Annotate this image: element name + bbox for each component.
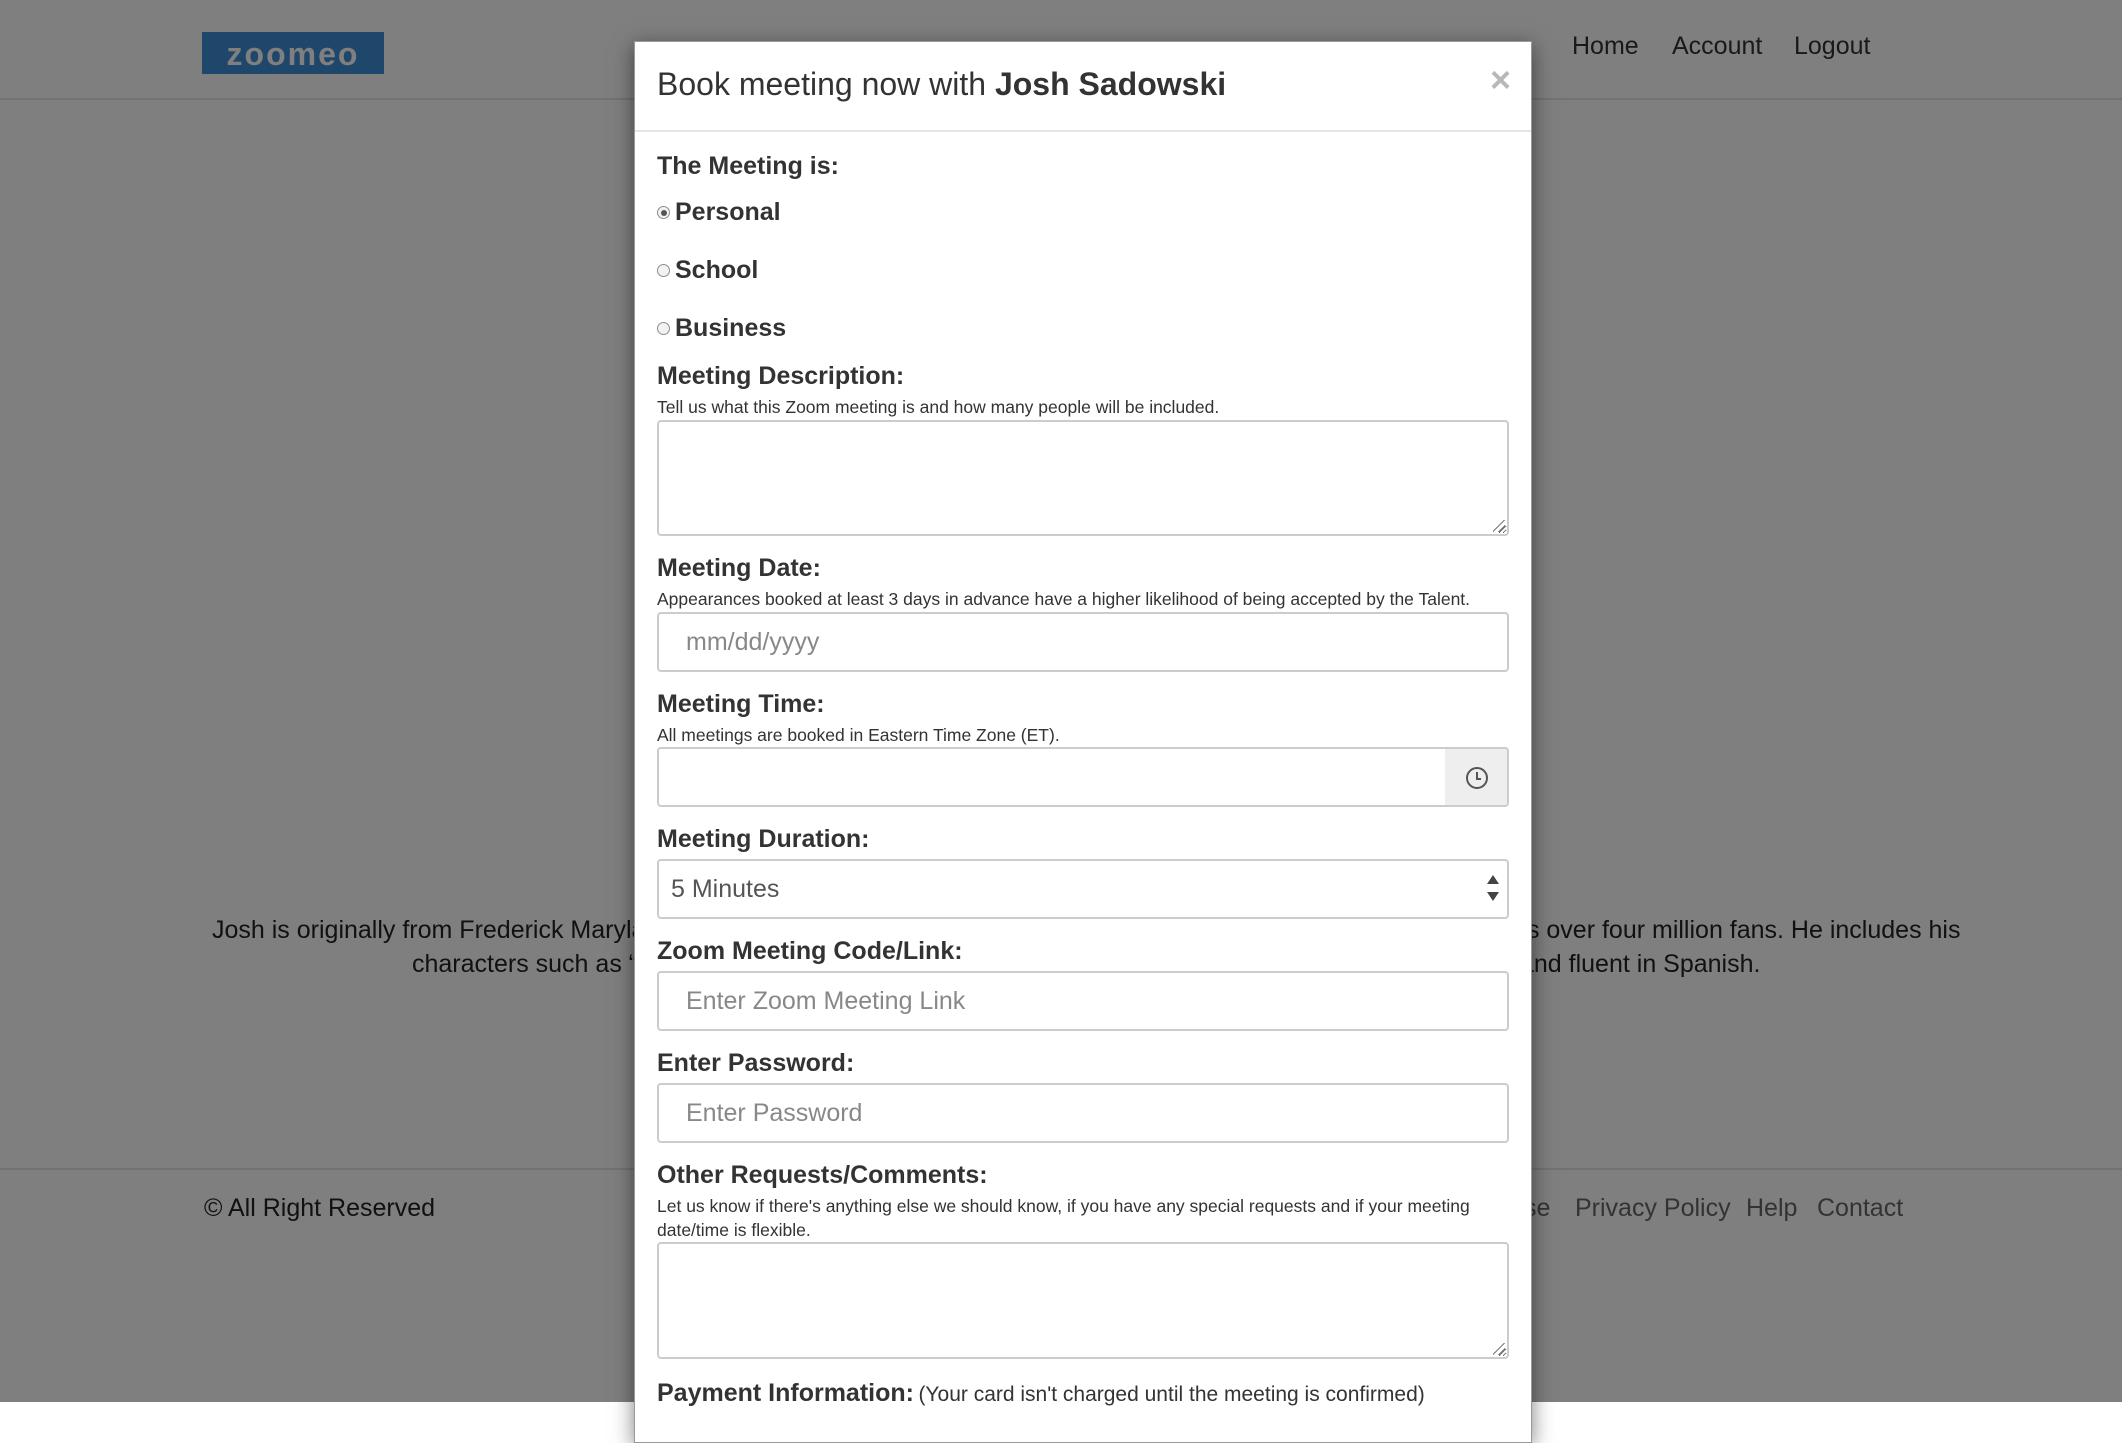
meeting-date-label: Meeting Date: (657, 554, 821, 582)
meeting-description-textarea[interactable] (657, 420, 1509, 536)
radio-personal[interactable] (657, 206, 670, 219)
select-arrows-icon (1487, 875, 1499, 901)
clock-icon (1466, 767, 1488, 789)
modal-header: Book meeting now with Josh Sadowski × (635, 42, 1531, 132)
meeting-description-label: Meeting Description: (657, 362, 905, 390)
modal-title: Book meeting now with Josh Sadowski (657, 66, 1226, 103)
radio-label-business[interactable]: Business (675, 314, 786, 343)
meeting-date-input[interactable] (657, 612, 1509, 672)
comments-label: Other Requests/Comments: (657, 1161, 988, 1189)
payment-note: (Your card isn't charged until the meeti… (918, 1383, 1425, 1406)
radio-school[interactable] (657, 264, 670, 277)
modal-title-prefix: Book meeting now with (657, 66, 987, 102)
meeting-duration-label: Meeting Duration: (657, 825, 870, 853)
payment-information: Payment Information: (Your card isn't ch… (657, 1379, 1425, 1408)
zoom-link-label: Zoom Meeting Code/Link: (657, 937, 963, 965)
booking-modal: Book meeting now with Josh Sadowski × Th… (634, 41, 1532, 1443)
comments-help: Let us know if there's anything else we … (657, 1196, 1470, 1240)
close-icon[interactable]: × (1490, 62, 1511, 98)
radio-business[interactable] (657, 322, 670, 335)
password-input[interactable] (657, 1083, 1509, 1143)
meeting-duration-value: 5 Minutes (671, 875, 780, 903)
meeting-time-label: Meeting Time: (657, 690, 825, 718)
time-picker-button[interactable] (1445, 747, 1509, 807)
radio-label-personal[interactable]: Personal (675, 198, 781, 227)
meeting-description-help: Tell us what this Zoom meeting is and ho… (657, 397, 1220, 417)
radio-label-school[interactable]: School (675, 256, 758, 285)
meeting-duration-select[interactable]: 5 Minutes (657, 859, 1509, 919)
meeting-date-help: Appearances booked at least 3 days in ad… (657, 589, 1471, 609)
password-label: Enter Password: (657, 1049, 855, 1077)
comments-textarea[interactable] (657, 1242, 1509, 1359)
meeting-time-help: All meetings are booked in Eastern Time … (657, 725, 1060, 745)
meeting-type-label: The Meeting is: (657, 152, 839, 180)
payment-label: Payment Information: (657, 1379, 914, 1407)
talent-name: Josh Sadowski (994, 66, 1227, 102)
zoom-link-input[interactable] (657, 971, 1509, 1031)
meeting-time-input[interactable] (657, 747, 1447, 807)
